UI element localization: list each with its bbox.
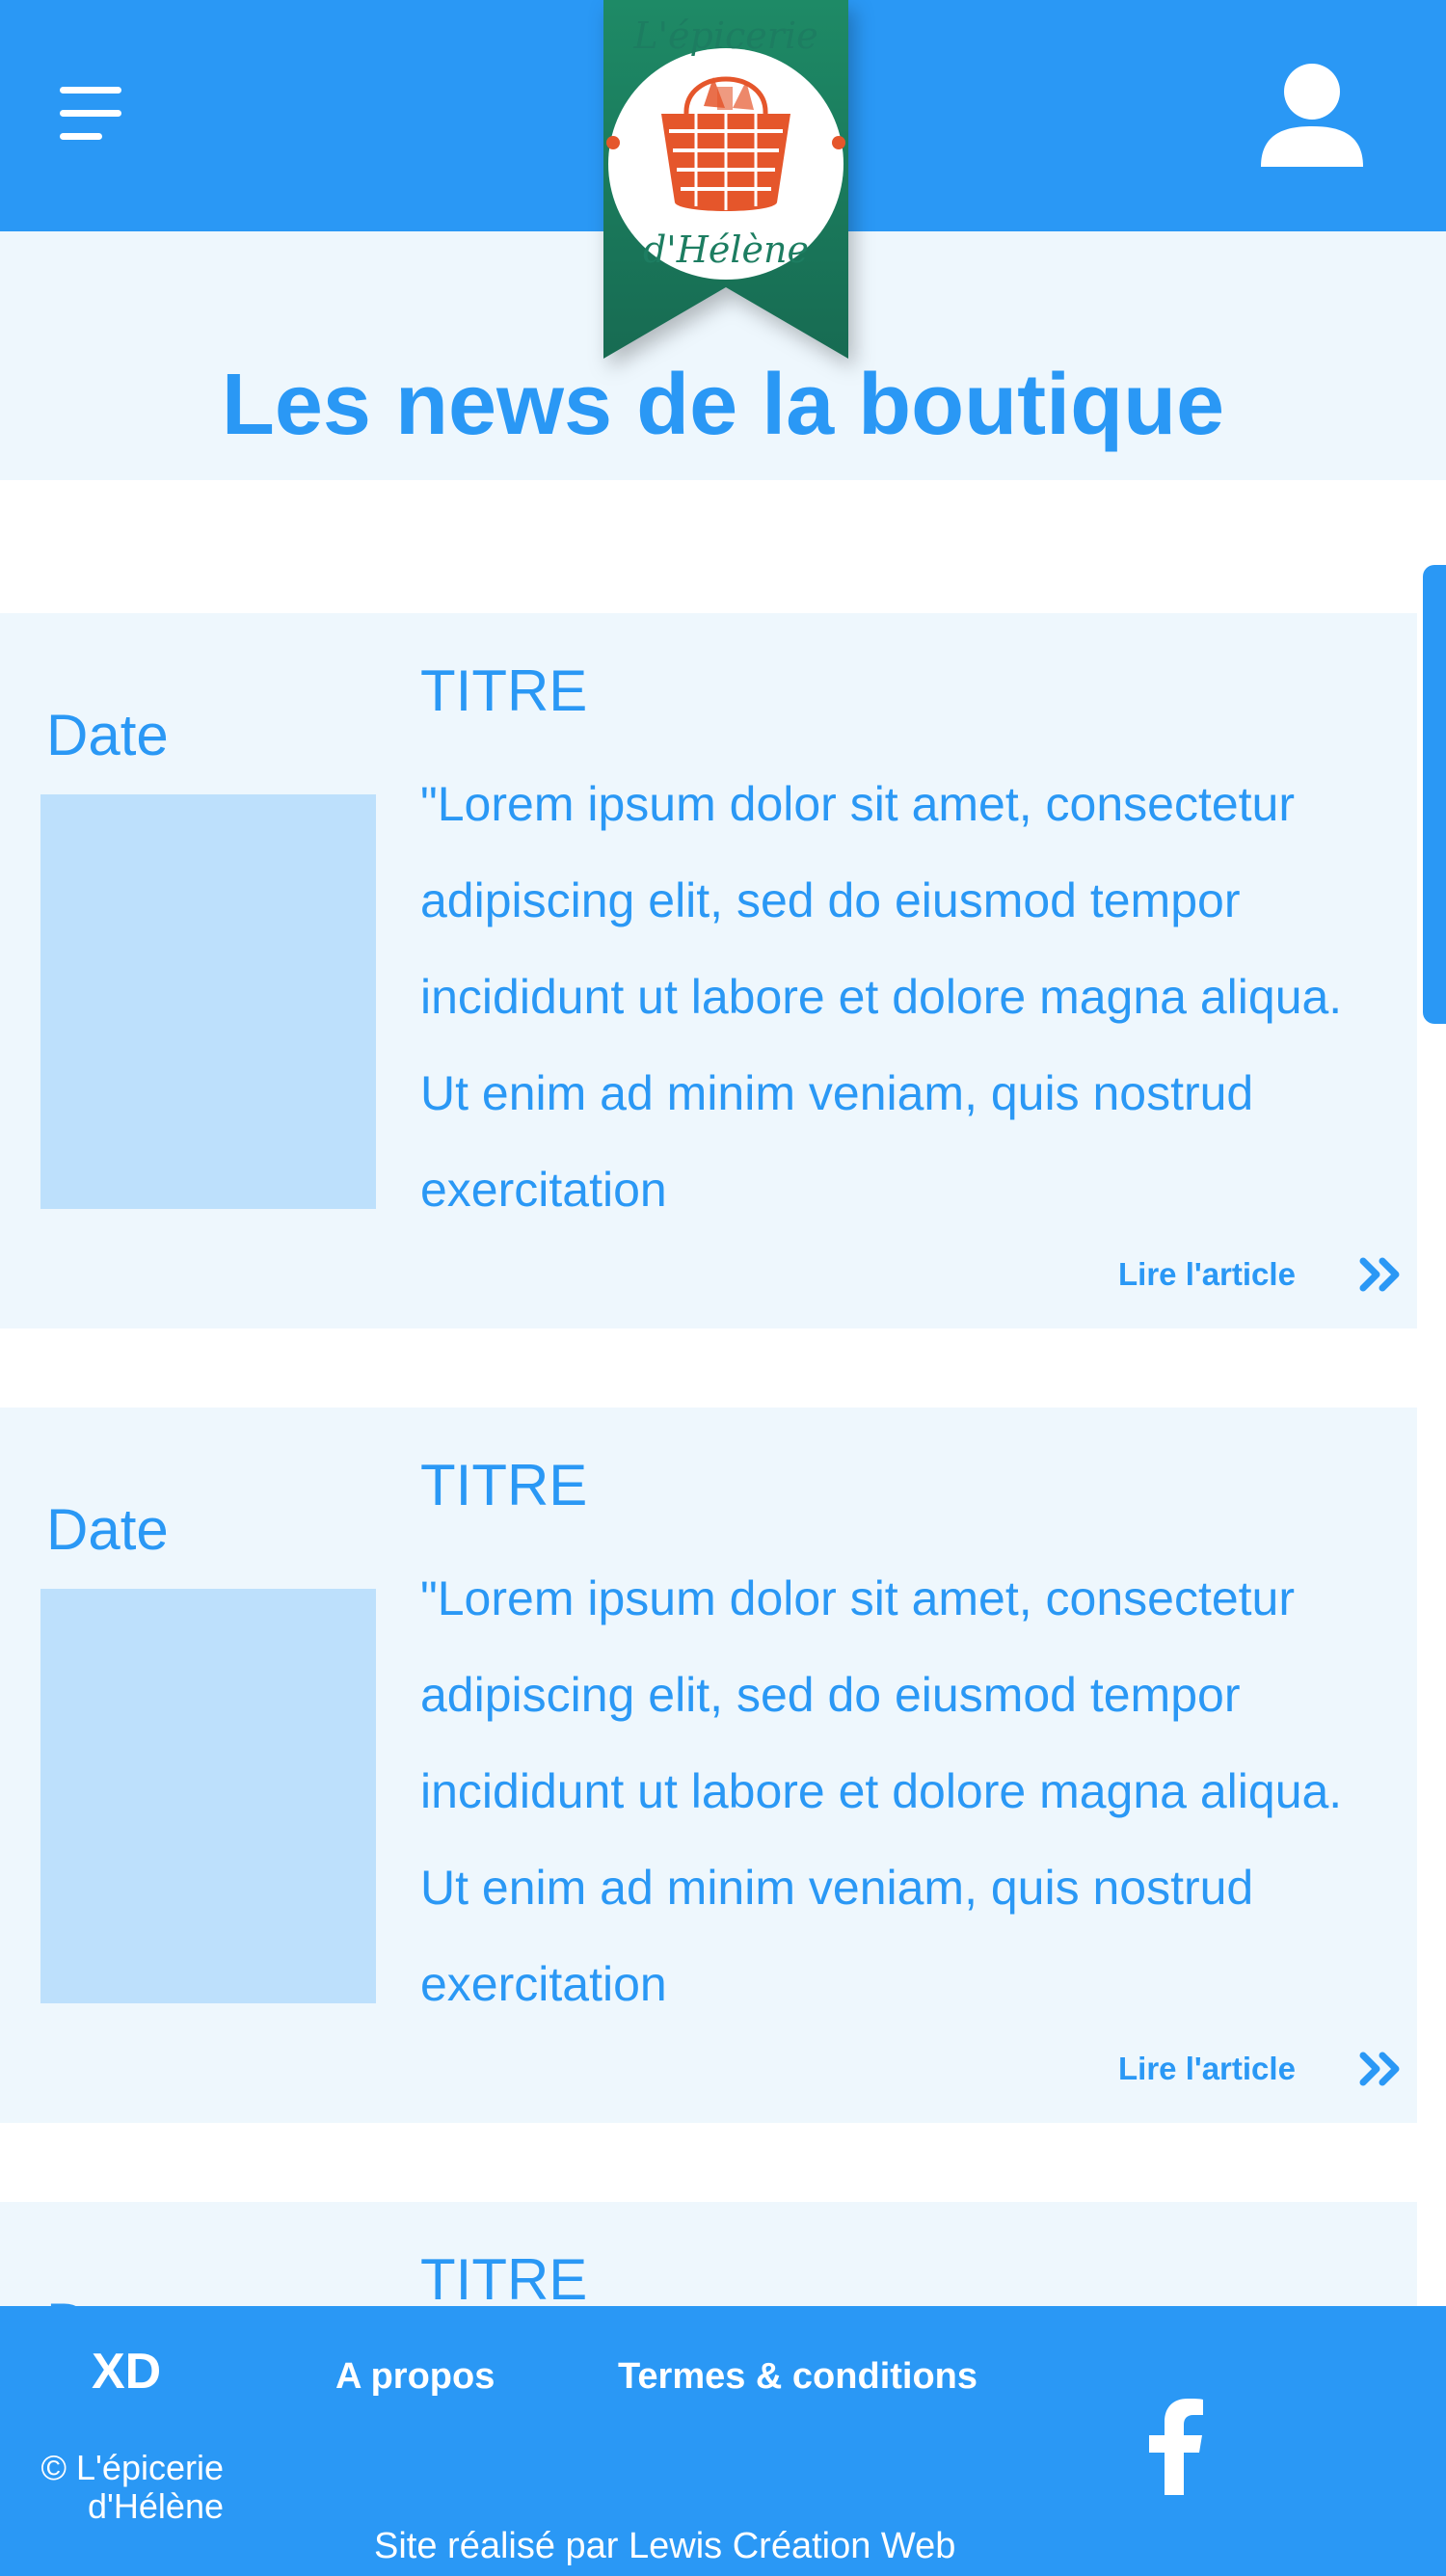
read-article-link[interactable]: Lire l'article xyxy=(1118,2050,1296,2088)
page-title: Les news de la boutique xyxy=(221,357,1225,453)
footer-brand[interactable]: XD xyxy=(92,2343,161,2401)
article-date: Date xyxy=(46,2291,169,2306)
user-account-icon[interactable] xyxy=(1261,63,1363,167)
footer-copyright-line2: d'Hélène xyxy=(88,2486,224,2526)
logo-line1: L'épicerie xyxy=(632,14,817,57)
article-title[interactable]: TITRE xyxy=(420,1452,587,1519)
footer-copyright: © L'épicerie d'Hélène xyxy=(0,2448,225,2526)
double-chevron-right-icon[interactable] xyxy=(1359,1255,1404,1294)
article-excerpt: "Lorem ipsum dolor sit amet, consectetur… xyxy=(420,1571,1343,2011)
article-card: Date TITRE "Lorem ipsum dolor sit amet, … xyxy=(0,613,1417,1328)
article-thumbnail[interactable] xyxy=(40,1589,376,2003)
article-thumbnail[interactable] xyxy=(40,794,376,1209)
footer-link-terms[interactable]: Termes & conditions xyxy=(618,2354,977,2399)
footer-credit: Site réalisé par Lewis Création Web xyxy=(374,2526,956,2566)
logo-line2: d'Hélène xyxy=(643,228,809,271)
footer-link-about[interactable]: A propos xyxy=(335,2354,495,2399)
article-excerpt: "Lorem ipsum dolor sit amet, consectetur… xyxy=(420,777,1343,1217)
footer-copyright-line1: © L'épicerie xyxy=(40,2448,225,2487)
article-date: Date xyxy=(46,1497,169,1562)
article-title[interactable]: TITRE xyxy=(420,657,587,725)
double-chevron-right-icon[interactable] xyxy=(1359,2050,1404,2088)
article-card: Date TITRE xyxy=(0,2202,1417,2306)
article-card: Date TITRE "Lorem ipsum dolor sit amet, … xyxy=(0,1408,1417,2123)
facebook-icon[interactable] xyxy=(1149,2399,1203,2495)
read-article-link[interactable]: Lire l'article xyxy=(1118,1255,1296,1294)
shop-logo[interactable]: L'épicerie d'Hélène xyxy=(600,0,852,376)
hamburger-menu-icon[interactable] xyxy=(60,87,127,145)
scrollbar-thumb[interactable] xyxy=(1423,565,1446,1024)
article-date: Date xyxy=(46,703,169,767)
site-footer: XD © L'épicerie d'Hélène A propos Termes… xyxy=(0,2306,1446,2576)
article-title[interactable]: TITRE xyxy=(420,2246,587,2306)
